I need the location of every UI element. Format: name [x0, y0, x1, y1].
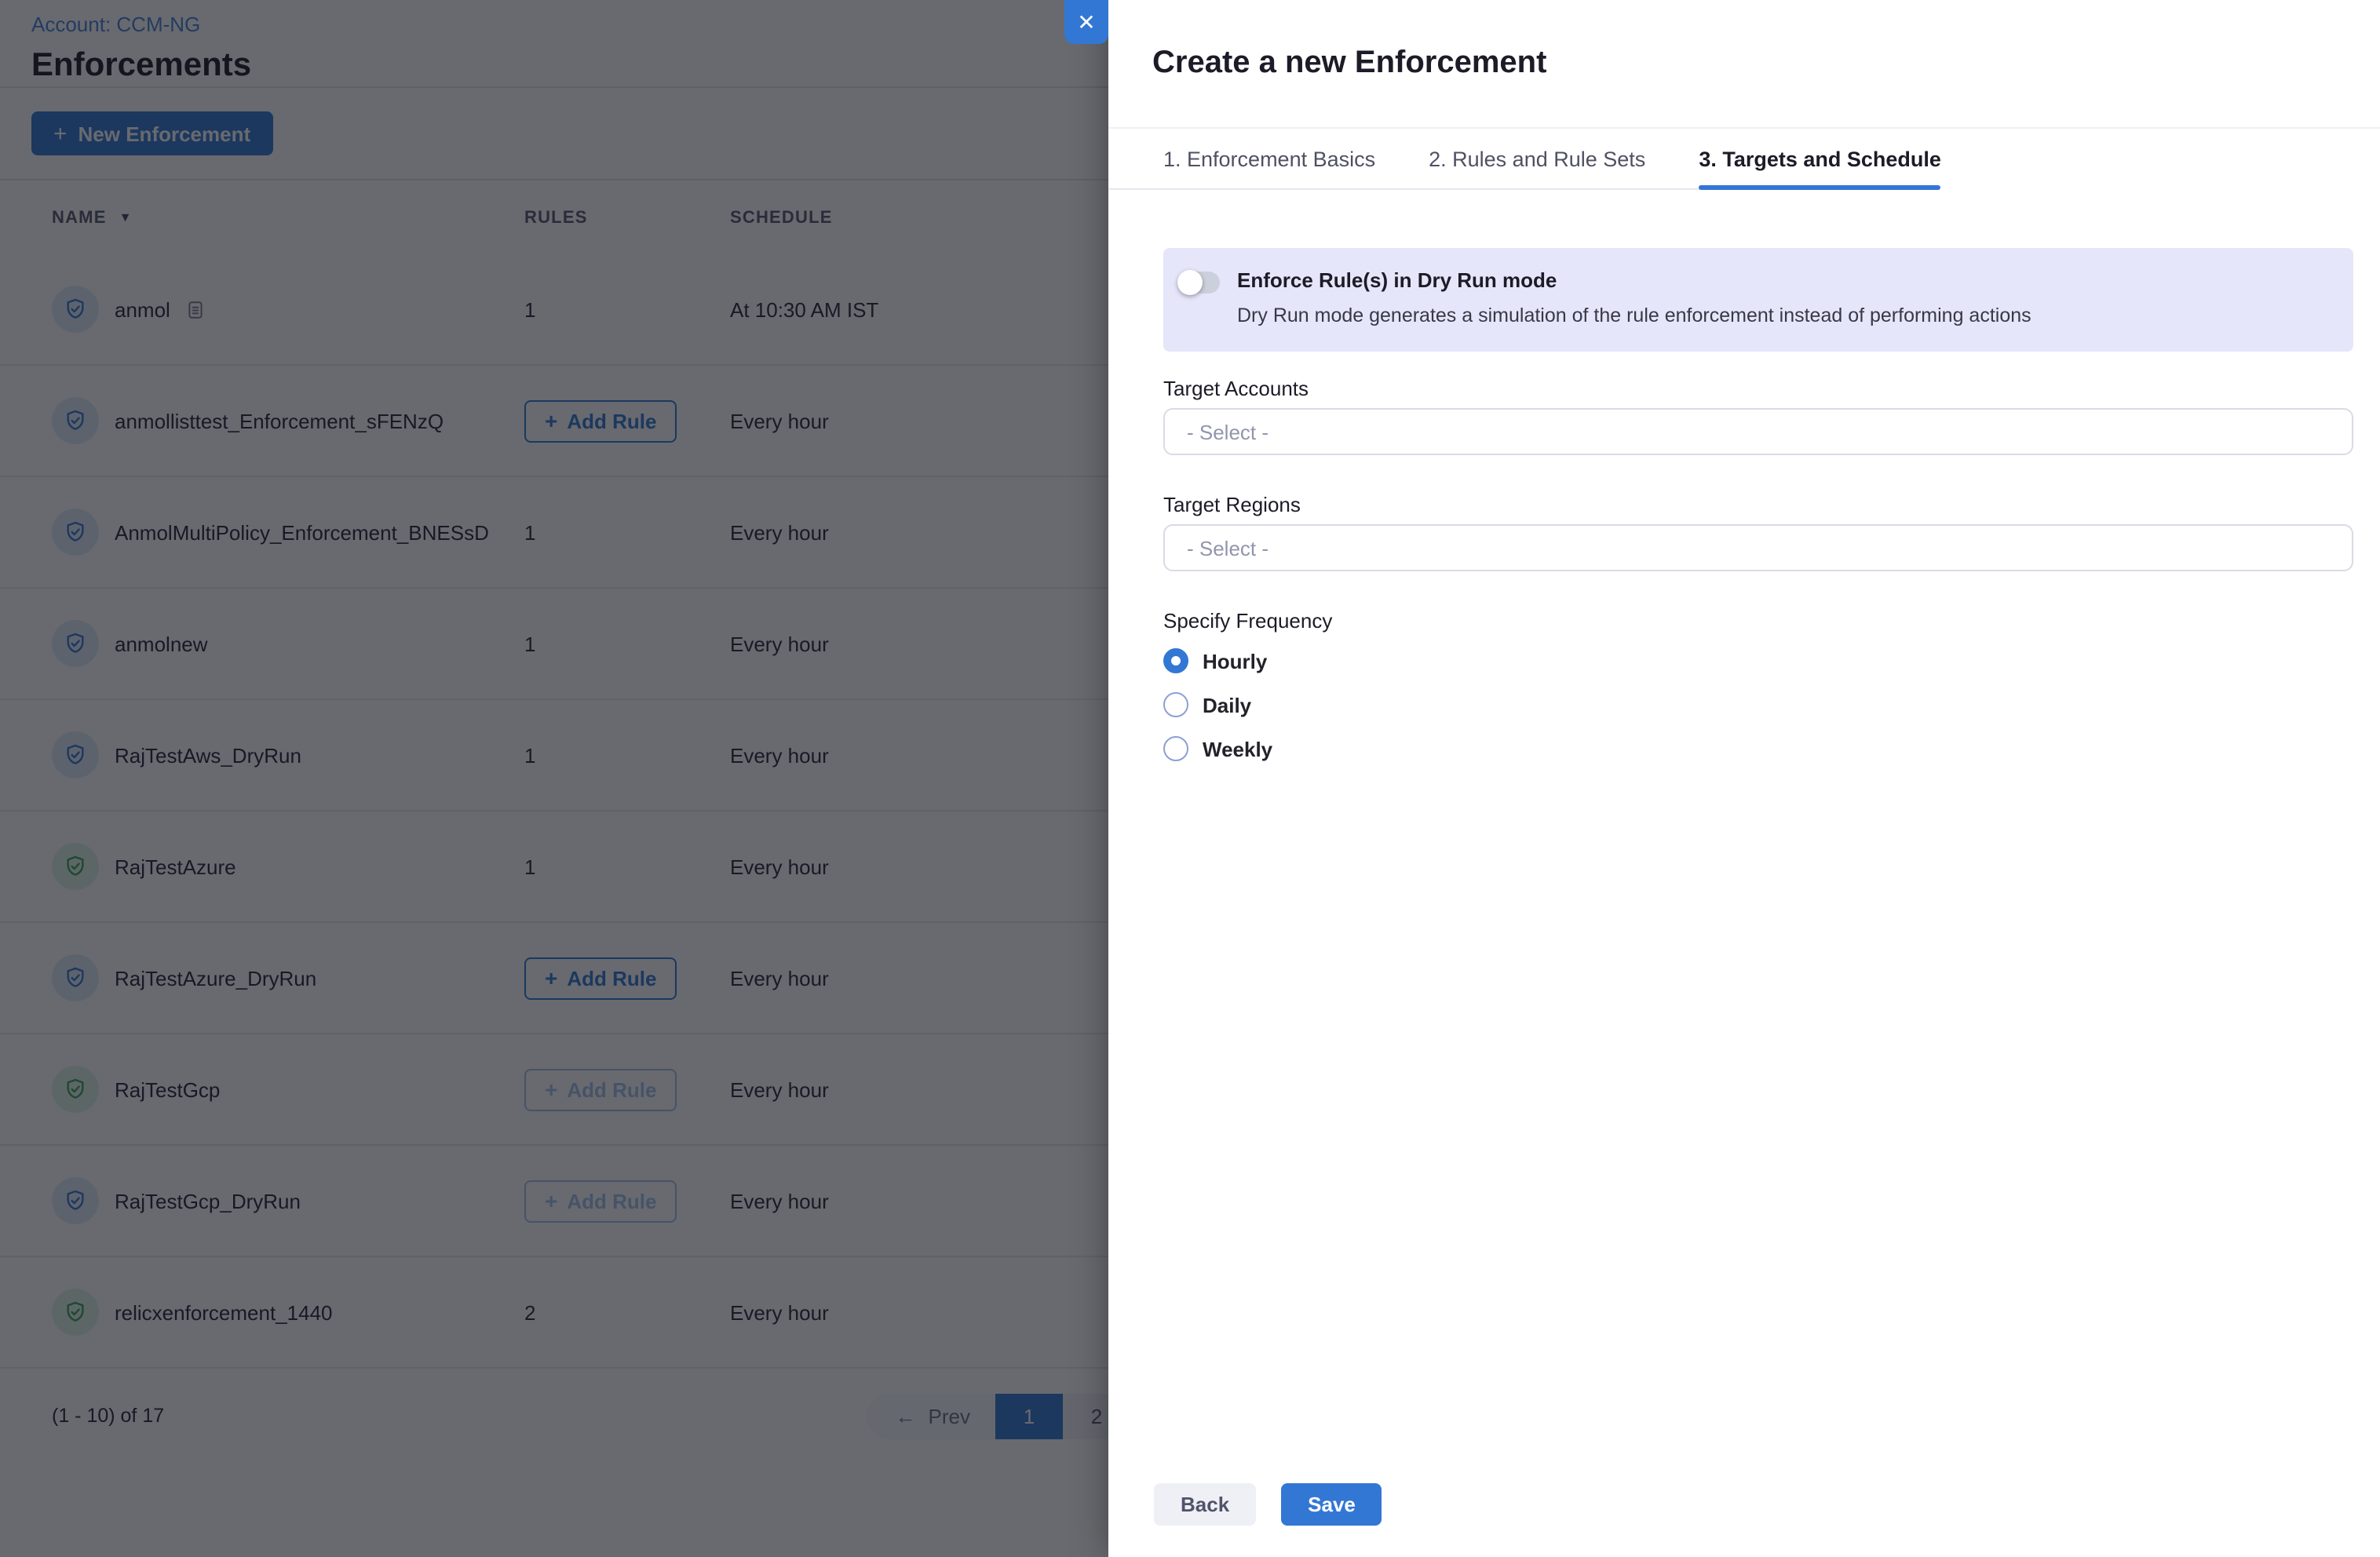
- drawer-header: Create a new Enforcement: [1108, 0, 2380, 129]
- back-button[interactable]: Back: [1154, 1483, 1256, 1526]
- frequency-radio-group: Hourly Daily Weekly: [1163, 648, 2353, 761]
- wizard-tabs: 1. Enforcement Basics 2. Rules and Rule …: [1108, 129, 1926, 190]
- close-button[interactable]: ✕: [1064, 0, 1108, 44]
- tab-targets-and-schedule[interactable]: 3. Targets and Schedule: [1699, 129, 1941, 188]
- target-accounts-select[interactable]: - Select -: [1163, 408, 2353, 455]
- frequency-option-daily[interactable]: Daily: [1163, 692, 2353, 717]
- target-regions-label: Target Regions: [1163, 493, 2353, 516]
- dry-run-toggle[interactable]: [1179, 272, 1220, 294]
- drawer-title: Create a new Enforcement: [1152, 46, 1546, 82]
- close-icon: ✕: [1077, 11, 1095, 33]
- drawer-footer: Back Save: [1154, 1483, 1382, 1526]
- tab-enforcement-basics[interactable]: 1. Enforcement Basics: [1163, 129, 1375, 188]
- dry-run-description: Dry Run mode generates a simulation of t…: [1237, 304, 2031, 326]
- frequency-label: Specify Frequency: [1163, 609, 2353, 633]
- target-regions-select[interactable]: - Select -: [1163, 524, 2353, 571]
- drawer-body: Enforce Rule(s) in Dry Run mode Dry Run …: [1108, 248, 2380, 761]
- toggle-knob: [1177, 270, 1203, 295]
- save-button[interactable]: Save: [1281, 1483, 1382, 1526]
- target-regions-placeholder: - Select -: [1187, 536, 1268, 560]
- dry-run-banner: Enforce Rule(s) in Dry Run mode Dry Run …: [1163, 248, 2353, 352]
- target-accounts-label: Target Accounts: [1163, 377, 2353, 400]
- frequency-option-weekly[interactable]: Weekly: [1163, 736, 2353, 761]
- target-accounts-placeholder: - Select -: [1187, 420, 1268, 443]
- radio-unchecked-icon[interactable]: [1163, 736, 1188, 761]
- frequency-option-hourly[interactable]: Hourly: [1163, 648, 2353, 673]
- create-enforcement-drawer: ✕ Create a new Enforcement 1. Enforcemen…: [1108, 0, 2380, 1557]
- radio-checked-icon[interactable]: [1163, 648, 1188, 673]
- radio-unchecked-icon[interactable]: [1163, 692, 1188, 717]
- tab-rules-and-rule-sets[interactable]: 2. Rules and Rule Sets: [1429, 129, 1645, 188]
- screen: Account: CCM-NG Enforcements + New Enfor…: [0, 0, 2380, 1557]
- dry-run-title: Enforce Rule(s) in Dry Run mode: [1237, 268, 2031, 292]
